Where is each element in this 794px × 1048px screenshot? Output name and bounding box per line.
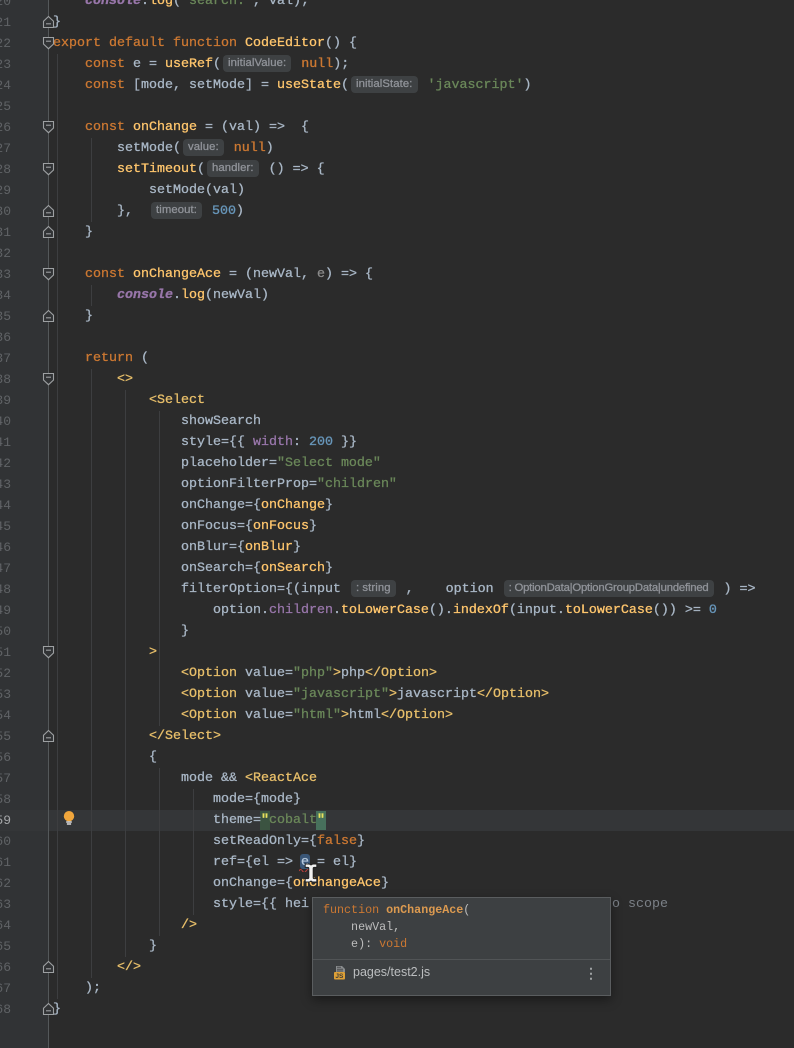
svg-text:JS: JS <box>335 973 344 980</box>
